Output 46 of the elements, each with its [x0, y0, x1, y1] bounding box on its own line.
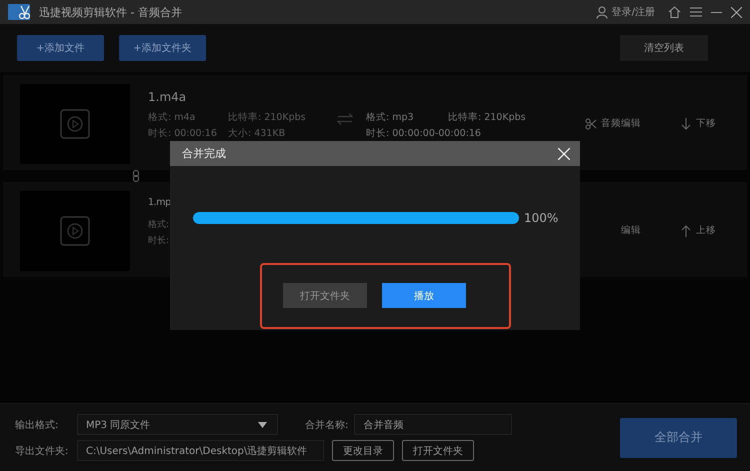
up-arrow-icon[interactable]	[681, 224, 691, 236]
progress-percent: 100%	[524, 211, 558, 225]
merge-name-field[interactable]: 合并音频	[354, 414, 512, 435]
merge-name-label: 合并名称:	[305, 418, 348, 432]
down-arrow-icon[interactable]	[681, 118, 691, 130]
output-property: 时长: 00:00:00-00:00:16	[366, 127, 481, 140]
play-button[interactable]: 播放	[382, 283, 466, 308]
dropdown-caret-icon[interactable]	[258, 422, 267, 428]
export-folder-label: 导出文件夹:	[15, 444, 70, 458]
audio-edit-link[interactable]: 编辑	[621, 224, 641, 237]
file-property: 格式:	[148, 218, 170, 231]
add-button[interactable]: +添加文件	[17, 35, 104, 61]
output-property: 格式: mp3	[366, 111, 414, 124]
home-icon[interactable]	[668, 6, 681, 18]
export-folder-field[interactable]: C:\Users\Administrator\Desktop\迅捷剪辑软件	[77, 440, 324, 461]
file-name: 1.mp	[148, 197, 172, 210]
convert-arrows-icon	[336, 113, 352, 125]
link-icon	[133, 170, 139, 182]
window-title: 迅捷视频剪辑软件 - 音频合并	[39, 4, 182, 20]
open-folder-button[interactable]: 打开文件夹	[402, 440, 474, 461]
merge-all-button[interactable]: 全部合并	[620, 418, 737, 458]
add-button[interactable]: +添加文件夹	[119, 35, 206, 61]
menu-icon[interactable]	[690, 7, 702, 17]
close-icon[interactable]	[731, 6, 742, 18]
file-property: 比特率: 210Kpbs	[228, 111, 307, 124]
clear-list-button[interactable]: 清空列表	[620, 35, 708, 61]
play-icon	[60, 216, 90, 246]
login-link[interactable]: 登录/注册	[612, 5, 655, 19]
scissors-icon[interactable]	[585, 118, 597, 130]
output-property: 比特率: 210Kpbs	[448, 111, 526, 124]
move-link[interactable]: 上移	[696, 224, 716, 237]
file-property: 格式: m4a	[148, 111, 196, 124]
file-property: 大小: 431KB	[228, 127, 286, 140]
format-dropdown[interactable]: MP3 同原文件	[77, 414, 278, 435]
scissors-logo-icon	[8, 4, 30, 20]
user-icon[interactable]	[596, 6, 608, 18]
file-name: 1.m4a	[148, 90, 188, 106]
file-property: 时长:	[148, 234, 170, 247]
open-folder-button[interactable]: 打开文件夹	[283, 283, 367, 308]
change-directory-button[interactable]: 更改目录	[332, 440, 394, 461]
output-format-label: 输出格式:	[15, 418, 60, 432]
dialog-title: 合并完成	[182, 146, 226, 161]
move-link[interactable]: 下移	[696, 117, 716, 130]
file-property: 时长: 00:00:16	[148, 127, 218, 140]
play-icon	[60, 109, 90, 139]
audio-edit-link[interactable]: 音频编辑	[601, 117, 641, 130]
